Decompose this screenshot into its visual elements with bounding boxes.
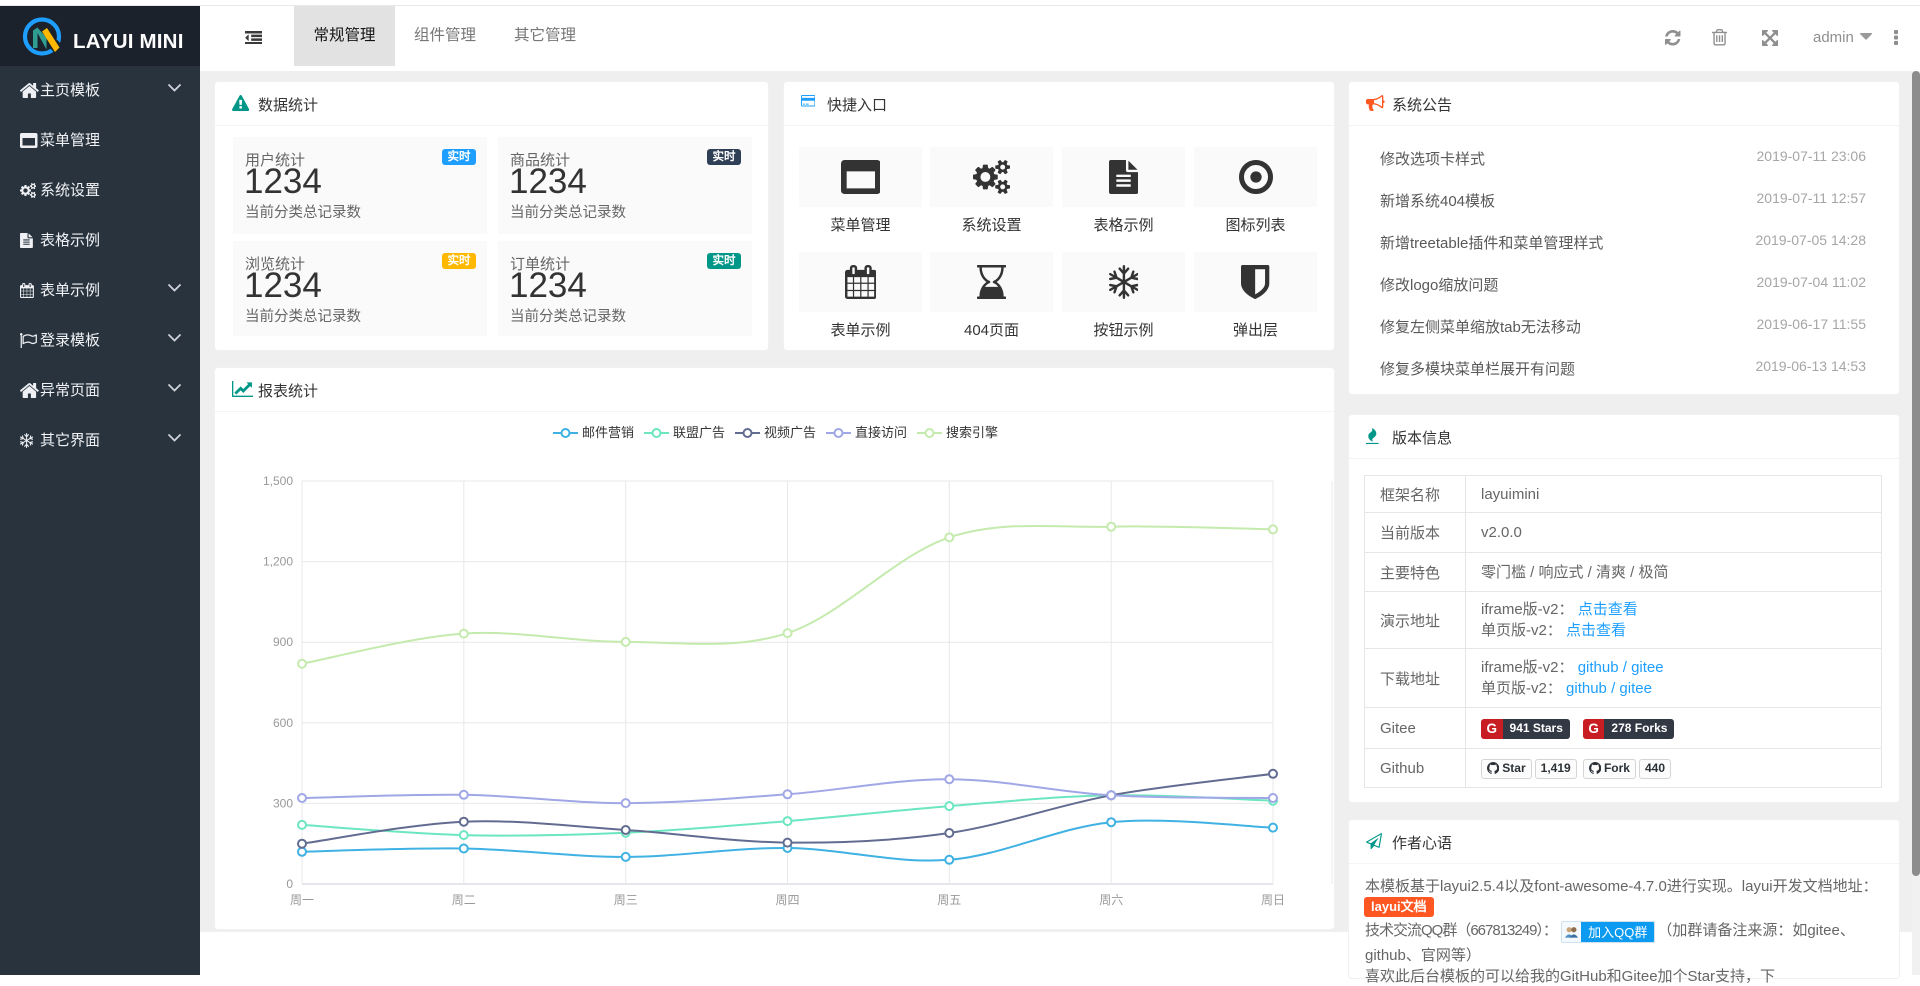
svg-text:周六: 周六 xyxy=(1099,893,1123,907)
svg-text:600: 600 xyxy=(273,716,293,730)
svg-text:0: 0 xyxy=(286,877,293,891)
svg-text:周二: 周二 xyxy=(452,893,476,907)
svg-text:1,500: 1,500 xyxy=(263,474,293,488)
svg-text:周五: 周五 xyxy=(937,893,961,907)
svg-text:周三: 周三 xyxy=(614,893,638,907)
svg-text:周四: 周四 xyxy=(775,893,799,907)
svg-text:900: 900 xyxy=(273,635,293,649)
svg-text:周日: 周日 xyxy=(1261,893,1285,907)
svg-text:1,200: 1,200 xyxy=(263,555,293,569)
svg-text:300: 300 xyxy=(273,796,293,810)
svg-text:周一: 周一 xyxy=(290,893,314,907)
